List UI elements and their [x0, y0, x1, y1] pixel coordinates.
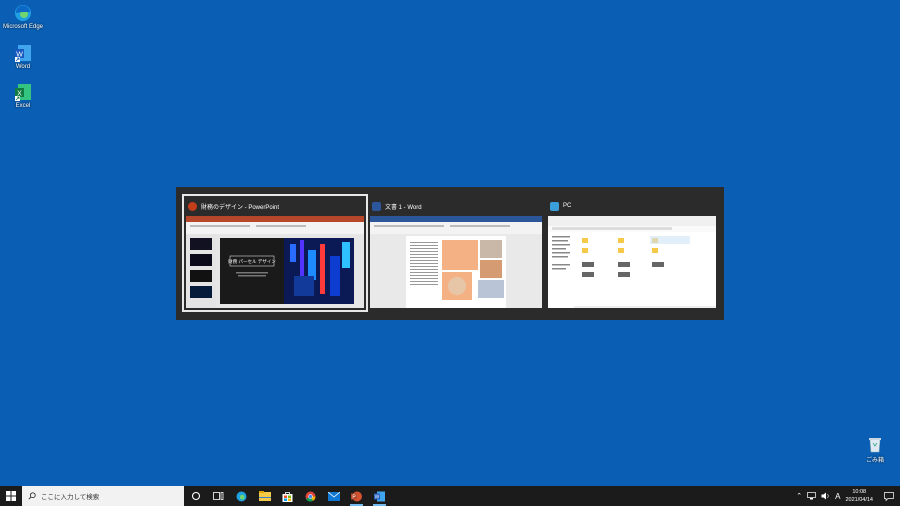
window-title: 財務のデザイン - PowerPoint — [201, 204, 280, 211]
window-card-explorer[interactable]: PC — [546, 196, 718, 310]
word-shortcut-icon: W — [14, 44, 32, 62]
taskbar-search-box[interactable]: ここに入力して検索 — [22, 486, 184, 506]
window-card-title: 財務のデザイン - PowerPoint — [188, 199, 279, 213]
taskbar-store[interactable] — [276, 486, 299, 506]
desktop-icon-edge[interactable]: Microsoft Edge — [0, 4, 46, 30]
windows-logo-icon — [6, 491, 16, 501]
taskbar-chrome[interactable] — [299, 486, 322, 506]
window-card-word[interactable]: 文書 1 - Word — [368, 196, 544, 310]
taskbar-edge[interactable] — [230, 486, 253, 506]
cortana-button[interactable] — [184, 486, 207, 506]
task-view-button[interactable] — [207, 486, 230, 506]
desktop-icon-excel[interactable]: X Excel — [0, 83, 46, 109]
search-icon — [28, 492, 36, 500]
task-view-icon — [213, 492, 224, 500]
desktop-icon-label: ごみ箱 — [865, 458, 884, 464]
desktop-icon-word[interactable]: W Word — [0, 44, 46, 70]
chevron-up-icon[interactable]: ⌃ — [796, 492, 802, 500]
edge-icon — [236, 491, 247, 501]
taskbar-mail[interactable] — [322, 486, 345, 506]
word-icon: W — [374, 491, 385, 501]
start-button[interactable] — [0, 486, 22, 506]
network-icon[interactable] — [807, 492, 816, 500]
pc-icon — [550, 201, 559, 211]
powerpoint-icon: P — [351, 491, 362, 501]
window-card-title: 文書 1 - Word — [372, 199, 422, 213]
taskbar: ここに入力して検索 P W ⌃ A 10:08 2021/04/14 — [0, 486, 900, 506]
search-placeholder: ここに入力して検索 — [41, 494, 100, 501]
window-title: PC — [563, 203, 572, 209]
window-thumbnail — [370, 216, 542, 308]
window-title: 文書 1 - Word — [385, 204, 422, 211]
mail-icon — [327, 491, 340, 501]
taskbar-word[interactable]: W — [368, 486, 391, 506]
cortana-icon — [191, 491, 200, 501]
word-icon — [372, 201, 381, 211]
system-tray: ⌃ A 10:08 2021/04/14 — [796, 486, 900, 506]
desktop-icon-recycle-bin[interactable]: ごみ箱 — [852, 435, 898, 464]
svg-text:W: W — [375, 494, 380, 500]
clock-date: 2021/04/14 — [845, 497, 873, 503]
window-card-title: PC — [550, 199, 571, 213]
chrome-icon — [305, 491, 316, 502]
recycle-bin-icon — [866, 435, 884, 453]
slide-title: 財務 パーセル デザイン — [228, 258, 276, 265]
store-icon — [282, 491, 293, 502]
desktop-icon-label: Word — [15, 64, 31, 70]
taskbar-powerpoint[interactable]: P — [345, 486, 368, 506]
window-card-powerpoint[interactable]: 財務のデザイン - PowerPoint 財務 パーセル デザイン — [182, 194, 368, 312]
excel-shortcut-icon: X — [14, 83, 32, 101]
desktop-icon-label: Microsoft Edge — [2, 24, 44, 30]
notification-icon[interactable] — [884, 491, 894, 501]
file-explorer-icon — [258, 491, 271, 501]
volume-icon[interactable] — [821, 492, 830, 500]
clock-time: 10:08 — [852, 489, 867, 495]
powerpoint-icon — [188, 201, 197, 211]
task-switcher: 財務のデザイン - PowerPoint 財務 パーセル デザイン 文書 1 -… — [176, 187, 724, 320]
taskbar-file-explorer[interactable] — [253, 486, 276, 506]
edge-icon — [14, 4, 32, 22]
desktop-icon-label: Excel — [15, 103, 31, 109]
window-thumbnail: 財務 パーセル デザイン — [186, 216, 364, 308]
window-thumbnail — [548, 216, 716, 308]
clock[interactable]: 10:08 2021/04/14 — [845, 488, 873, 504]
ime-indicator[interactable]: A — [835, 492, 840, 501]
